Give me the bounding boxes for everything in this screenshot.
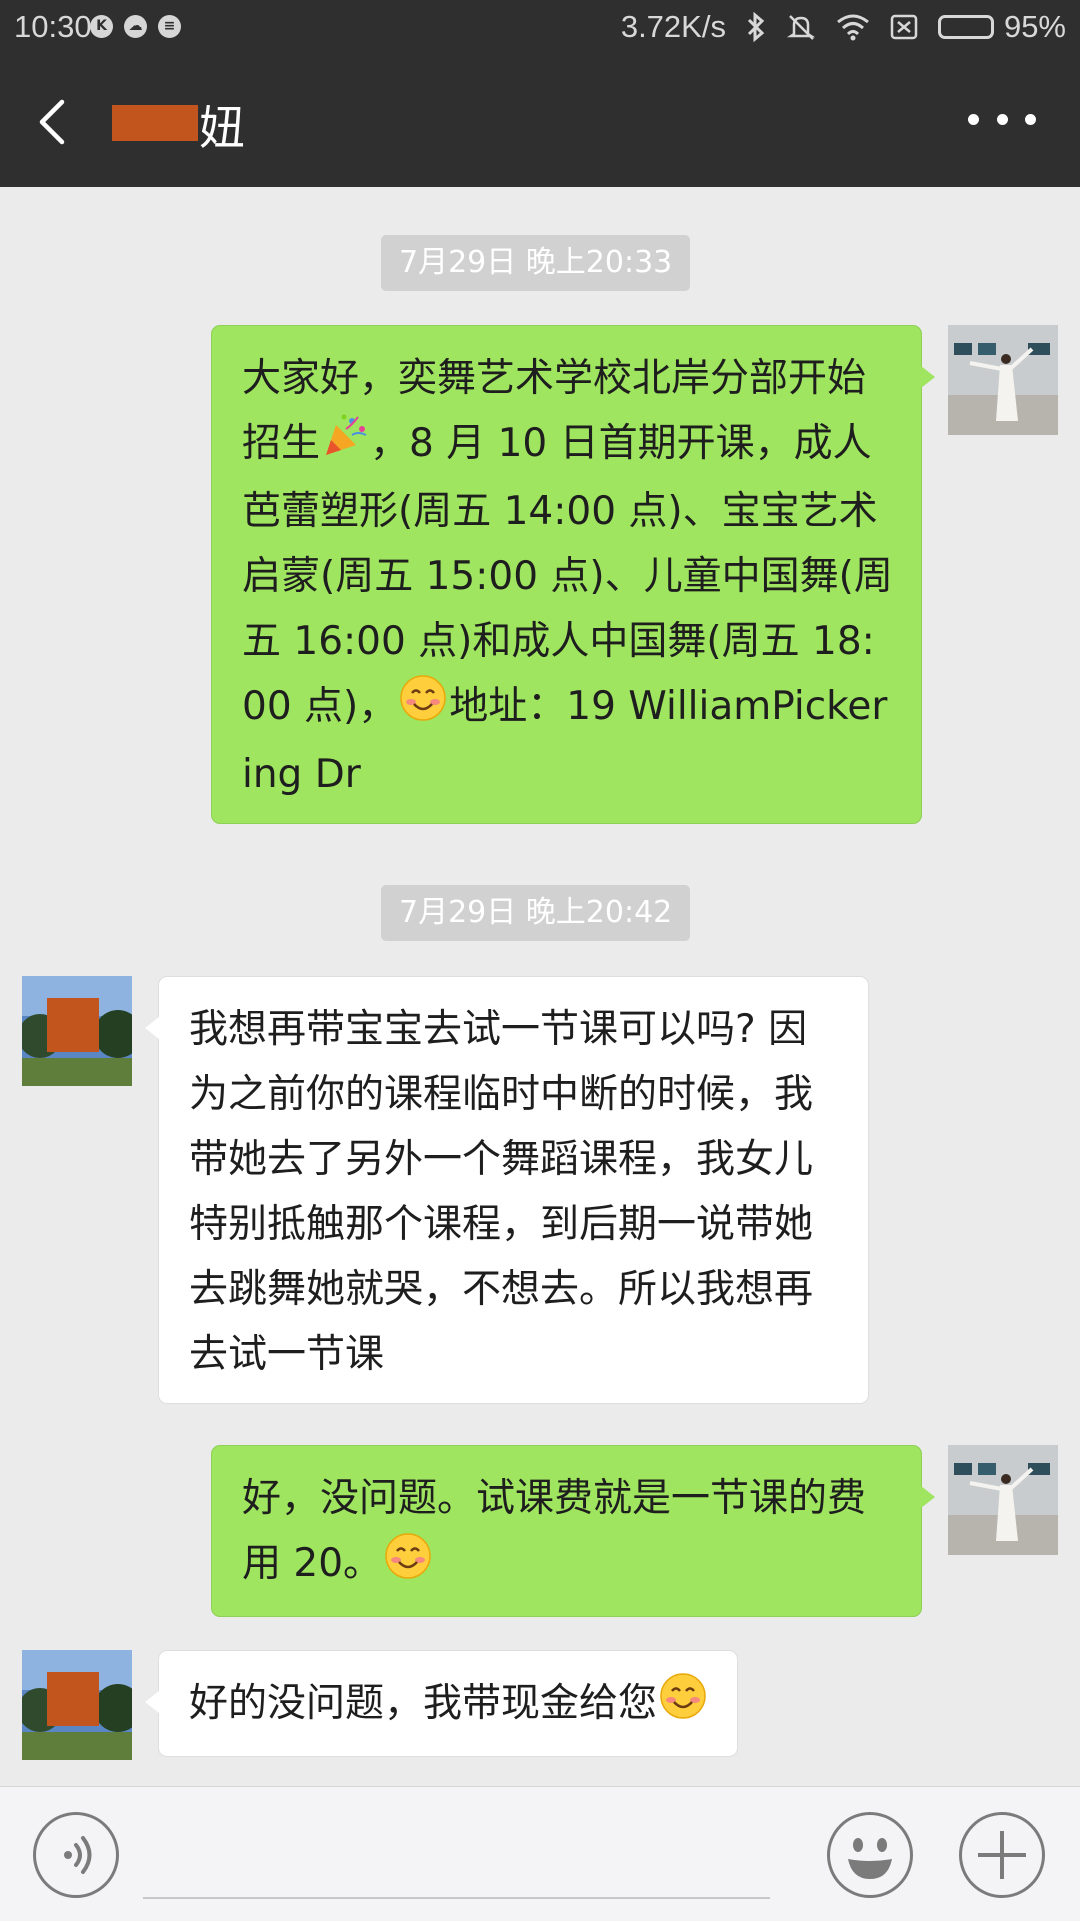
battery-indicator: 95%	[937, 9, 1066, 45]
more-button[interactable]	[968, 94, 1036, 144]
wifi-icon	[836, 13, 870, 41]
mute-icon	[786, 12, 816, 42]
smile-emoji	[659, 1672, 707, 1740]
my-avatar[interactable]	[948, 325, 1058, 435]
back-button[interactable]	[34, 96, 74, 148]
incoming-message[interactable]: 好的没问题，我带现金给您	[144, 1650, 739, 1757]
more-icon	[968, 113, 979, 125]
cloud-icon: ☁	[124, 15, 147, 38]
smile-emoji	[399, 674, 447, 742]
battery-icon	[937, 15, 994, 39]
chat-header: ■■妞	[0, 56, 1080, 187]
emoji-icon	[848, 1838, 892, 1879]
voice-icon	[64, 1836, 92, 1874]
incoming-message[interactable]: 我想再带宝宝去试一节课可以吗? 因为之前你的课程临时中断的时候，我带她去了另外一…	[145, 976, 869, 1404]
message-text: 好，没问题。试课费就是一节课的费用 20。	[242, 1476, 867, 1586]
battery-percent: 95%	[1003, 9, 1066, 44]
outgoing-message[interactable]: 大家好，奕舞艺术学校北岸分部开始招生 ，8 月 10 日首期开课，成人芭蕾塑形(周…	[211, 325, 935, 824]
bluetooth-icon	[746, 12, 766, 42]
emoji-button[interactable]	[827, 1812, 913, 1898]
input-bar	[0, 1786, 1080, 1921]
more-icon-dot	[1025, 113, 1036, 125]
chat-title: ■■妞	[112, 92, 245, 158]
contact-avatar[interactable]	[22, 1650, 132, 1760]
message-icon: ≡	[158, 15, 181, 38]
voice-button[interactable]	[33, 1812, 119, 1898]
outgoing-message[interactable]: 好，没问题。试课费就是一节课的费用 20。	[211, 1445, 935, 1617]
my-avatar[interactable]	[948, 1445, 1058, 1555]
more-icon-dot	[996, 113, 1008, 125]
message-text: 好的没问题，我带现金给您	[189, 1681, 658, 1726]
party-popper-emoji	[322, 413, 368, 479]
chat-title-text: 妞	[198, 101, 245, 155]
status-time: 10:30	[14, 9, 92, 44]
message-input[interactable]	[143, 1817, 774, 1897]
dancer-avatar-image	[948, 325, 1058, 435]
dancer-avatar-image	[948, 1445, 1058, 1555]
no-sim-icon	[890, 14, 918, 40]
net-speed: 3.72K/s	[620, 9, 726, 44]
timestamp: 7月29日 晚上20:42	[381, 885, 691, 941]
landscape-avatar-image	[22, 976, 132, 1086]
landscape-avatar-image	[22, 1650, 132, 1760]
input-underline	[143, 1897, 770, 1899]
back-arrow-icon	[39, 99, 65, 145]
timestamp: 7月29日 晚上20:33	[381, 235, 691, 291]
notification-icon: K	[90, 15, 113, 38]
more-functions-button[interactable]	[959, 1812, 1045, 1898]
status-right: 3.72K/s 95%	[621, 9, 1066, 45]
smile-emoji	[384, 1532, 432, 1600]
plus-icon	[978, 1831, 1026, 1879]
status-bar: 10:30 K ☁ ≡ 3.72K/s 95%	[0, 0, 1080, 56]
contact-avatar[interactable]	[22, 976, 132, 1086]
